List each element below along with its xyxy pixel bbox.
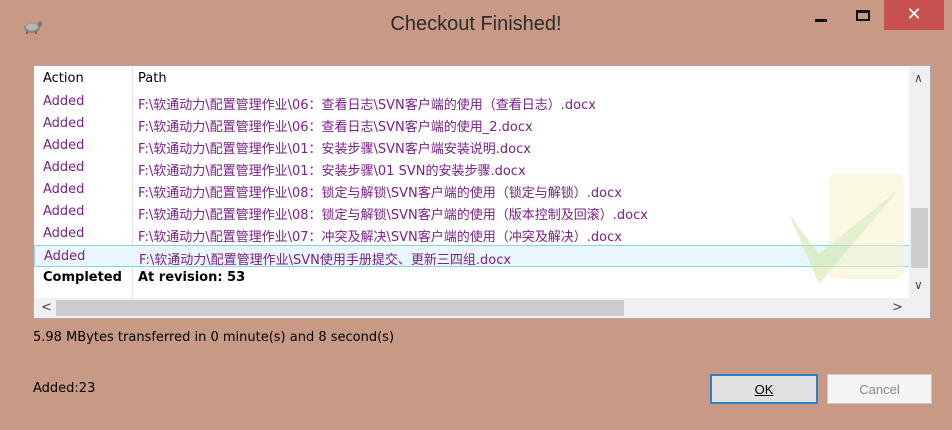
list-header: Action Path [34, 66, 910, 88]
row-action: Added [43, 94, 85, 109]
transfer-status: 5.98 MBytes transferred in 0 minute(s) a… [33, 330, 395, 345]
minimize-icon [815, 18, 827, 22]
column-header-path[interactable]: Path [138, 71, 167, 86]
chevron-right-icon[interactable]: > [892, 300, 903, 315]
row-action: Added [43, 226, 85, 241]
list-row[interactable]: Added F:\软通动力\配置管理作业\06：查看日志\SVN客户端的使用_2… [34, 113, 910, 135]
row-path: F:\软通动力\配置管理作业\SVN使用手册提交、更新三四组.docx [139, 253, 512, 268]
chevron-up-icon[interactable]: ∧ [914, 71, 923, 85]
row-path: F:\软通动力\配置管理作业\01：安装步骤\01 SVN的安装步骤.docx [138, 164, 526, 179]
vertical-scroll-thumb[interactable] [911, 208, 928, 268]
list-row[interactable]: Added F:\软通动力\配置管理作业\01：安装步骤\01 SVN的安装步骤… [34, 157, 910, 179]
row-action: Completed [43, 270, 122, 285]
row-action: Added [44, 249, 86, 264]
maximize-button[interactable] [848, 0, 878, 30]
horizontal-scroll-thumb[interactable] [56, 300, 624, 316]
vertical-scrollbar[interactable]: ∧ ∨ [909, 66, 930, 298]
row-action: Added [43, 204, 85, 219]
row-path: F:\软通动力\配置管理作业\06：查看日志\SVN客户端的使用（查看日志）.d… [138, 98, 596, 113]
maximize-icon [856, 9, 870, 21]
cancel-button-label: Cancel [859, 381, 900, 397]
results-list[interactable]: Action Path Added F:\软通动力\配置管理作业\06：查看日志… [33, 65, 931, 319]
row-path: F:\软通动力\配置管理作业\01：安装步骤\SVN客户端安装说明.docx [138, 142, 531, 157]
ok-button-label: OK [754, 381, 774, 397]
row-action: Added [43, 138, 85, 153]
checkmark-watermark-icon [789, 174, 904, 284]
list-row[interactable]: Added F:\软通动力\配置管理作业\06：查看日志\SVN客户端的使用（查… [34, 91, 910, 113]
title-bar[interactable]: Checkout Finished! ✕ [0, 0, 952, 52]
row-action: Added [43, 116, 85, 131]
column-header-action[interactable]: Action [43, 71, 84, 86]
row-path: F:\软通动力\配置管理作业\07：冲突及解决\SVN客户端的使用（冲突及解决）… [138, 230, 622, 245]
row-path: F:\软通动力\配置管理作业\08：锁定与解锁\SVN客户端的使用（锁定与解锁）… [138, 186, 622, 201]
added-count: Added:23 [33, 381, 96, 396]
scrollbar-corner [909, 298, 930, 318]
list-row[interactable]: Added F:\软通动力\配置管理作业\08：锁定与解锁\SVN客户端的使用（… [34, 201, 910, 223]
list-row-selected[interactable]: Added F:\软通动力\配置管理作业\SVN使用手册提交、更新三四组.doc… [34, 245, 910, 268]
list-row[interactable]: Added F:\软通动力\配置管理作业\01：安装步骤\SVN客户端安装说明.… [34, 135, 910, 157]
list-row[interactable]: Added F:\软通动力\配置管理作业\07：冲突及解决\SVN客户端的使用（… [34, 223, 910, 245]
row-revision: At revision: 53 [138, 270, 246, 285]
row-path: F:\软通动力\配置管理作业\06：查看日志\SVN客户端的使用_2.docx [138, 120, 533, 135]
list-row-completed[interactable]: Completed At revision: 53 [34, 267, 910, 289]
list-row[interactable]: Added F:\软通动力\配置管理作业\08：锁定与解锁\SVN客户端的使用（… [34, 179, 910, 201]
close-button[interactable]: ✕ [884, 0, 944, 30]
chevron-left-icon[interactable]: < [41, 300, 52, 315]
minimize-button[interactable] [806, 0, 836, 30]
close-icon: ✕ [906, 4, 922, 25]
chevron-down-icon[interactable]: ∨ [914, 278, 923, 292]
ok-button[interactable]: OK [710, 374, 818, 404]
cancel-button[interactable]: Cancel [827, 374, 932, 404]
row-action: Added [43, 182, 85, 197]
row-path: F:\软通动力\配置管理作业\08：锁定与解锁\SVN客户端的使用（版本控制及回… [138, 208, 648, 223]
row-action: Added [43, 160, 85, 175]
horizontal-scrollbar[interactable]: < > [34, 298, 910, 318]
